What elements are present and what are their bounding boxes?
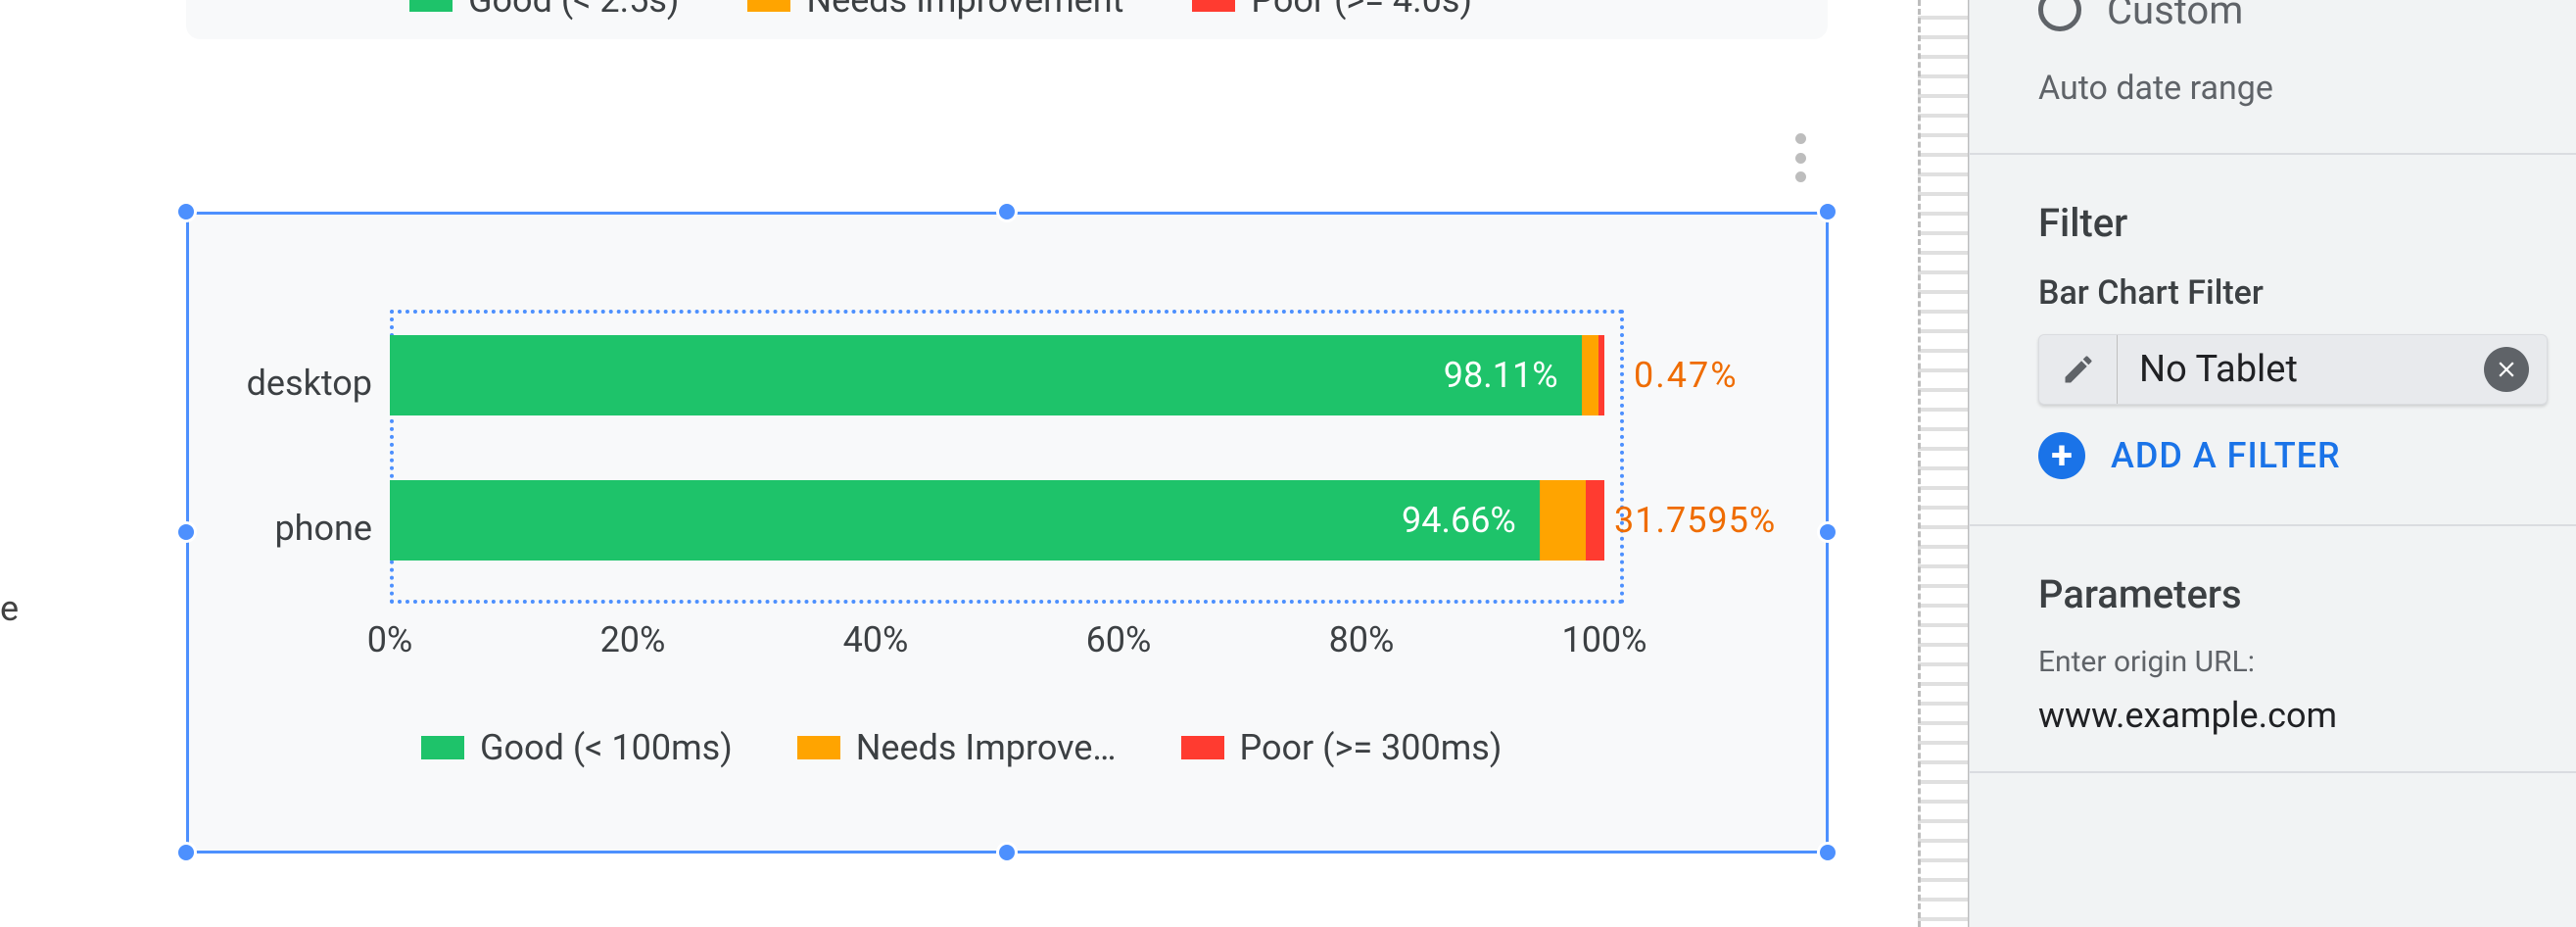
canvas-ruler — [1918, 0, 1969, 927]
bar-needs — [1582, 335, 1599, 415]
filter-chip-label: No Tablet — [2118, 348, 2484, 391]
auto-date-range-text[interactable]: Auto date range — [2038, 69, 2547, 108]
previous-chart-legend: Good (< 2.5s) Needs Improvement Poor (>=… — [409, 0, 1541, 29]
x-tick: 100% — [1561, 619, 1646, 660]
resize-handle-icon[interactable] — [175, 842, 197, 863]
needs-swatch-icon — [797, 736, 840, 759]
category-label-desktop: desktop — [196, 363, 372, 404]
radio-unchecked-icon — [2038, 0, 2081, 31]
resize-handle-icon[interactable] — [175, 201, 197, 222]
x-axis: 0% 20% 40% 60% 80% 100% — [390, 619, 1604, 668]
pencil-icon — [2061, 352, 2096, 387]
bar-poor — [1598, 335, 1604, 415]
resize-handle-icon[interactable] — [1817, 521, 1838, 543]
remove-filter-button[interactable] — [2484, 347, 2529, 392]
filter-chip[interactable]: No Tablet — [2038, 334, 2548, 405]
legend-good-label: Good (< 100ms) — [480, 727, 733, 768]
x-tick: 60% — [1086, 619, 1152, 660]
legend-poor-label: Poor (>= 4.0s) — [1251, 0, 1472, 21]
legend-good-label: Good (< 2.5s) — [468, 0, 679, 21]
resize-handle-icon[interactable] — [175, 521, 197, 543]
overflow-value-labels-phone: 31.7595% — [1614, 500, 1776, 541]
edit-filter-button[interactable] — [2039, 335, 2118, 404]
legend-needs-label: Needs Improvement — [806, 0, 1123, 21]
poor-swatch-icon — [1192, 0, 1235, 12]
legend-poor-label: Poor (>= 300ms) — [1240, 727, 1503, 768]
add-filter-button[interactable]: + ADD A FILTER — [2038, 432, 2547, 479]
date-range-custom-option[interactable]: Custom — [2038, 0, 2547, 49]
value-label-good: 94.66% — [1402, 480, 1516, 561]
date-range-custom-label: Custom — [2107, 0, 2243, 33]
bar-good — [390, 335, 1582, 415]
resize-handle-icon[interactable] — [1817, 201, 1838, 222]
resize-handle-icon[interactable] — [996, 201, 1018, 222]
overflow-value-labels-desktop: 0.47% — [1634, 355, 1739, 396]
good-swatch-icon — [409, 0, 453, 12]
value-label-good: 98.11% — [1444, 335, 1558, 415]
chart-more-menu-button[interactable] — [1781, 133, 1820, 182]
bar-poor — [1586, 480, 1604, 561]
filter-section-heading: Filter — [2038, 200, 2547, 246]
x-tick: 80% — [1329, 619, 1395, 660]
x-tick: 20% — [600, 619, 666, 660]
bar-row-phone: 94.66% — [390, 480, 1604, 561]
resize-handle-icon[interactable] — [1817, 842, 1838, 863]
close-icon — [2494, 357, 2519, 382]
bar-row-desktop: 98.11% — [390, 335, 1604, 415]
chart-legend: Good (< 100ms) Needs Improve… Poor (>= 3… — [421, 727, 1566, 768]
x-tick: 40% — [843, 619, 909, 660]
poor-swatch-icon — [1181, 736, 1224, 759]
properties-panel: Custom Auto date range Filter Bar Chart … — [1969, 0, 2576, 927]
truncated-left-text: e — [0, 588, 19, 629]
bar-good — [390, 480, 1540, 561]
bar-needs — [1540, 480, 1586, 561]
parameter-label: Enter origin URL: — [2038, 645, 2547, 679]
parameter-value[interactable]: www.example.com — [2038, 695, 2547, 736]
add-filter-label: ADD A FILTER — [2111, 435, 2341, 476]
parameters-section-heading: Parameters — [2038, 571, 2547, 617]
good-swatch-icon — [421, 736, 464, 759]
legend-needs-label: Needs Improve… — [856, 727, 1117, 768]
filter-subheading: Bar Chart Filter — [2038, 273, 2547, 313]
resize-handle-icon[interactable] — [996, 842, 1018, 863]
needs-swatch-icon — [747, 0, 790, 12]
x-tick: 0% — [367, 619, 413, 660]
plus-circle-icon: + — [2038, 432, 2085, 479]
category-label-phone: phone — [196, 508, 372, 549]
